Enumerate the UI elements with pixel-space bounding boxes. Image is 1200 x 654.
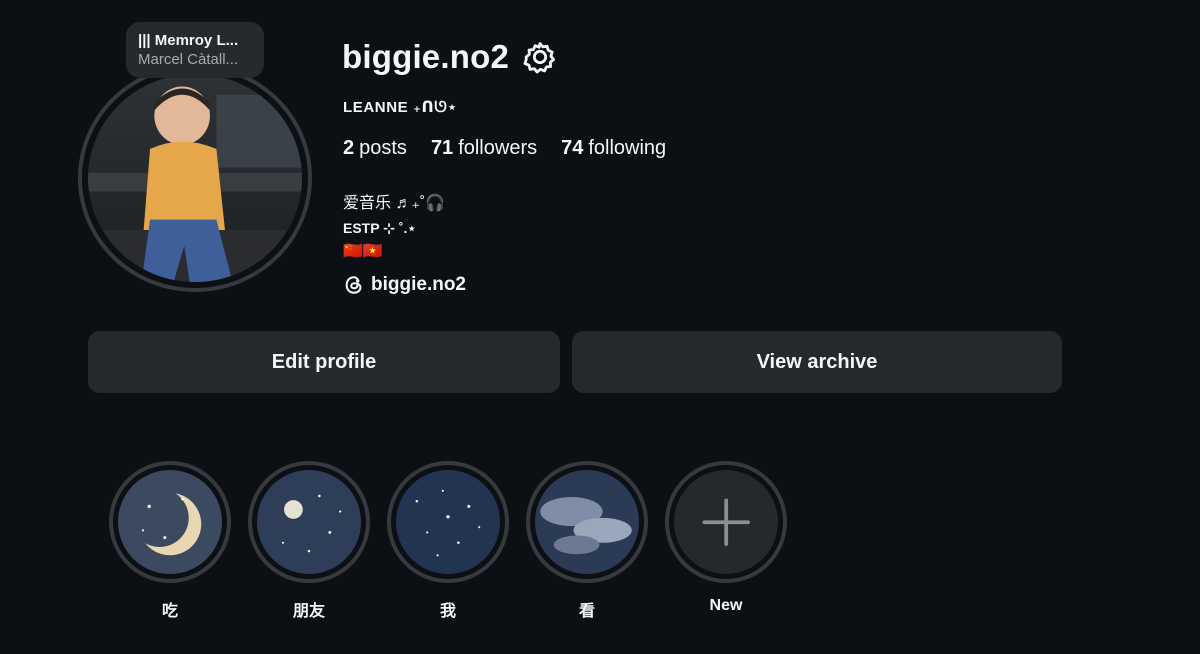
highlight-item[interactable]: 看 — [526, 461, 648, 621]
highlight-cover-night-sky — [257, 470, 361, 574]
following-stat[interactable]: 74 following — [561, 137, 666, 160]
settings-icon[interactable] — [523, 40, 557, 74]
profile-stats: 2 posts 71 followers 74 following — [343, 137, 666, 160]
display-name: LEANNE ₊ᑎᘎ⋆ — [343, 99, 458, 116]
following-count: 74 — [561, 137, 584, 159]
story-highlights: 吃 朋友 我 看 New — [109, 461, 787, 621]
profile-page: ||| Memroy L... Marcel Càtall... biggie.… — [0, 0, 1200, 654]
username-row: biggie.no2 — [342, 38, 557, 76]
highlight-ring — [248, 461, 370, 583]
threads-icon — [345, 276, 362, 294]
posts-count: 2 — [343, 137, 355, 159]
highlight-ring — [665, 461, 787, 583]
new-highlight-circle — [674, 470, 778, 574]
highlight-ring — [526, 461, 648, 583]
highlight-item[interactable]: 我 — [387, 461, 509, 621]
followers-label: followers — [458, 137, 538, 159]
followers-stat[interactable]: 71 followers — [431, 137, 537, 160]
new-highlight-button[interactable]: New — [665, 461, 787, 621]
highlight-cover-moon — [118, 470, 222, 574]
highlight-ring — [387, 461, 509, 583]
highlight-item[interactable]: 朋友 — [248, 461, 370, 621]
threads-link[interactable]: biggie.no2 — [343, 274, 466, 296]
note-artist: Marcel Càtall... — [138, 51, 239, 68]
following-label: following — [588, 137, 667, 159]
edit-profile-button[interactable]: Edit profile — [88, 331, 560, 393]
threads-handle: biggie.no2 — [371, 274, 466, 295]
highlight-item[interactable]: 吃 — [109, 461, 231, 621]
highlight-label: New — [709, 597, 743, 614]
highlight-label: 看 — [578, 603, 595, 620]
note-song-title: ||| Memroy L... — [138, 32, 239, 49]
highlight-ring — [109, 461, 231, 583]
highlight-label: 朋友 — [292, 603, 325, 620]
bio: 爱音乐 ♬₊˚🎧 ESTP ⊹ ˚.⋆ 🇨🇳🇻🇳 — [343, 192, 445, 264]
bio-line-3: 🇨🇳🇻🇳 — [343, 243, 383, 260]
bio-line-1: 爱音乐 ♬₊˚🎧 — [343, 195, 446, 212]
posts-stat: 2 posts — [343, 137, 407, 160]
avatar[interactable] — [78, 64, 312, 292]
posts-label: posts — [359, 137, 407, 159]
highlight-label: 我 — [439, 603, 456, 620]
followers-count: 71 — [430, 137, 454, 159]
note-bubble[interactable]: ||| Memroy L... Marcel Càtall... — [126, 22, 264, 78]
highlight-cover-starfield — [396, 470, 500, 574]
plus-icon — [702, 498, 750, 546]
bio-line-2: ESTP ⊹ ˚.⋆ — [343, 220, 417, 236]
view-archive-button[interactable]: View archive — [572, 331, 1062, 393]
highlight-cover-clouds — [535, 470, 639, 574]
username: biggie.no2 — [342, 38, 509, 75]
avatar-photo — [88, 74, 302, 282]
highlight-label: 吃 — [161, 603, 178, 620]
